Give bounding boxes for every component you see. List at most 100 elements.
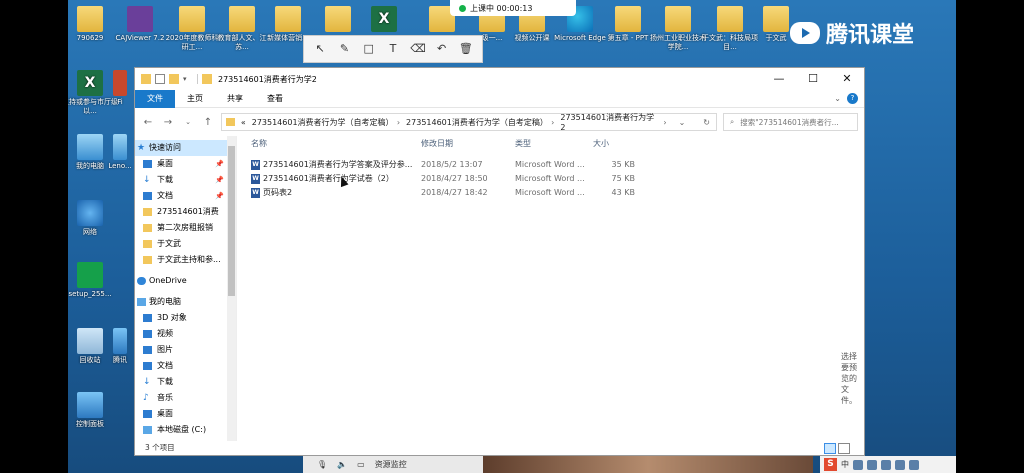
text-icon[interactable]: T — [386, 42, 400, 56]
desktop-icon-partial-lenovo[interactable]: Leno... — [106, 134, 134, 171]
breadcrumb-item[interactable]: 273514601消费者行为学（自考定稿） — [252, 117, 394, 128]
column-date[interactable]: 修改日期 — [421, 138, 515, 154]
breadcrumb-overflow[interactable]: « — [241, 118, 246, 127]
desktop-icon-chapter5[interactable]: 第五章 - PPT — [600, 6, 656, 43]
speaker-icon[interactable]: 🔈 — [337, 460, 347, 469]
desktop-icon-setup[interactable]: setup_255... — [68, 262, 118, 299]
tab-home[interactable]: 主页 — [175, 90, 215, 108]
tray-icon[interactable] — [867, 459, 877, 470]
details-view-icon[interactable] — [824, 443, 836, 454]
close-button[interactable]: ✕ — [830, 68, 864, 90]
desktop-folder-icon — [143, 160, 152, 168]
breadcrumb-item[interactable]: 273514601消费者行为学2 — [560, 112, 657, 132]
nav-item[interactable]: ↓ 下载 — [135, 374, 227, 390]
nav-item[interactable]: ♪ 音乐 — [135, 390, 227, 406]
nav-item[interactable]: ↓ 下载 📌 — [135, 172, 227, 188]
chevron-down-icon[interactable]: ⌄ — [834, 94, 841, 103]
nav-item[interactable]: 文档 📌 — [135, 188, 227, 204]
recent-chevron-icon[interactable]: ⌄ — [181, 118, 195, 126]
nav-item[interactable]: 273514601消费 — [135, 204, 227, 220]
chevron-right-icon[interactable]: › — [551, 118, 554, 127]
nav-item[interactable]: ★ 快速访问 — [135, 140, 227, 156]
nav-item-label: 273514601消费 — [157, 207, 219, 216]
monitor-icon[interactable]: ▭ — [357, 460, 365, 469]
nav-item[interactable]: 我的电脑 — [135, 294, 227, 310]
file-size: 35 KB — [611, 160, 635, 169]
search-input[interactable]: ⌕ 搜索"273514601消费者行... — [723, 113, 858, 131]
nav-item[interactable]: 图片 — [135, 342, 227, 358]
folder-icon — [143, 224, 152, 232]
nav-item[interactable]: 桌面 — [135, 406, 227, 422]
column-type[interactable]: 类型 — [515, 138, 593, 154]
explorer-body: ★ 快速访问 桌面 📌 ↓ 下载 📌 文档 📌 273514601消费第二次房租报销 于文武 于文武主… — [135, 136, 864, 441]
back-icon[interactable]: ← — [141, 117, 155, 128]
tencent-classroom-logo: 腾讯课堂 — [790, 14, 930, 52]
desktop-icon-2020[interactable]: 2020年度教师科研工... — [164, 6, 220, 52]
column-size[interactable]: 大小 — [593, 138, 639, 154]
help-icon[interactable]: ? — [847, 93, 858, 104]
nav-item[interactable]: 视频 — [135, 326, 227, 342]
breadcrumb-item[interactable]: 273514601消费者行为学（自考定稿） — [406, 117, 548, 128]
trash-icon[interactable]: 🗑 — [459, 42, 473, 56]
large-icons-view-icon[interactable] — [838, 443, 850, 454]
scroll-thumb[interactable] — [228, 146, 235, 296]
file-row[interactable]: W 页码表2 2018/4/27 18:42 Microsoft Word ... 43… — [251, 186, 639, 199]
resource-monitor-label[interactable]: 资源监控 — [375, 459, 407, 470]
pen-icon[interactable]: ✎ — [337, 42, 351, 56]
forward-icon[interactable]: → — [161, 117, 175, 128]
address-row: ← → ⌄ ↑ « 273514601消费者行为学（自考定稿） › 273514… — [135, 108, 864, 136]
minimize-button[interactable]: — — [762, 68, 796, 90]
chevron-down-icon[interactable]: ▾ — [183, 74, 193, 84]
chevron-right-icon[interactable]: › — [663, 118, 666, 127]
nav-item[interactable]: 于文武 — [135, 236, 227, 252]
desktop-icon-partial-fi[interactable]: Fi — [106, 70, 134, 107]
nav-scrollbar[interactable] — [227, 136, 236, 441]
up-icon[interactable]: ↑ — [201, 117, 215, 128]
undo-icon[interactable]: ↶ — [435, 42, 449, 56]
pointer-icon[interactable]: ↖ — [313, 42, 327, 56]
picture-icon — [143, 346, 152, 354]
chevron-right-icon[interactable]: › — [397, 118, 400, 127]
nav-item[interactable]: OneDrive — [135, 273, 227, 289]
sogou-ime-icon[interactable]: S — [824, 458, 837, 471]
desktop-folder-icon — [143, 410, 152, 418]
tray-icon[interactable] — [881, 459, 891, 470]
nav-item[interactable]: 第二次房租报销 — [135, 220, 227, 236]
new-folder-icon[interactable] — [169, 74, 179, 84]
tray-icon[interactable] — [909, 459, 919, 470]
tab-file[interactable]: 文件 — [135, 89, 175, 108]
rectangle-icon[interactable]: □ — [362, 42, 376, 56]
nav-item[interactable]: 桌面 📌 — [135, 156, 227, 172]
refresh-icon[interactable]: ↻ — [697, 118, 716, 127]
tray-icon[interactable] — [853, 459, 863, 470]
nav-item[interactable]: 3D 对象 — [135, 310, 227, 326]
chevron-down-icon[interactable]: ⌄ — [673, 118, 692, 127]
properties-icon[interactable] — [155, 74, 165, 84]
desktop-icon-yangzhou[interactable]: 扬州工业职业技术学院... — [650, 6, 706, 52]
file-row[interactable]: W 273514601消费者行为学试卷（2） 2018/4/27 18:50 Micr… — [251, 172, 639, 185]
tab-share[interactable]: 共享 — [215, 90, 255, 108]
desktop-icon-partial-tencent[interactable]: 腾讯 — [106, 328, 134, 365]
nav-item[interactable]: 于文武主持和参... — [135, 252, 227, 268]
eraser-icon[interactable]: ⌫ — [410, 42, 426, 56]
nav-item[interactable]: 本地磁盘 (C:) — [135, 422, 227, 438]
recording-indicator[interactable]: 上课中 00:00:13 — [450, 0, 576, 16]
address-bar[interactable]: « 273514601消费者行为学（自考定稿） › 273514601消费者行为… — [221, 112, 717, 132]
microphone-icon[interactable]: 🎙 — [317, 460, 327, 469]
class-control-bar: 🎙 🔈 ▭ 资源监控 — [303, 456, 483, 473]
tab-view[interactable]: 查看 — [255, 90, 295, 108]
maximize-button[interactable]: ☐ — [796, 68, 830, 90]
ime-mode-icon[interactable]: 中 — [841, 459, 849, 470]
word-document-icon: W — [251, 187, 260, 198]
column-name[interactable]: 名称 — [251, 138, 421, 154]
desktop-icon-790629[interactable]: 790629 — [68, 6, 118, 43]
desktop-icon-partial-2[interactable]: X — [356, 6, 412, 34]
desktop-icon-network[interactable]: 网络 — [68, 200, 118, 237]
folder-icon — [717, 6, 743, 32]
tray-icon[interactable] — [895, 459, 905, 470]
desktop-icon-control-panel[interactable]: 控制面板 — [68, 392, 118, 429]
desktop-icon-cajviewer[interactable]: CAJViewer 7.2 — [112, 6, 168, 43]
nav-item[interactable]: 文档 — [135, 358, 227, 374]
file-row[interactable]: W 273514601消费者行为学答案及评分参... 2018/5/2 13:07 M… — [251, 158, 639, 171]
nav-item-label: 桌面 — [157, 409, 173, 418]
